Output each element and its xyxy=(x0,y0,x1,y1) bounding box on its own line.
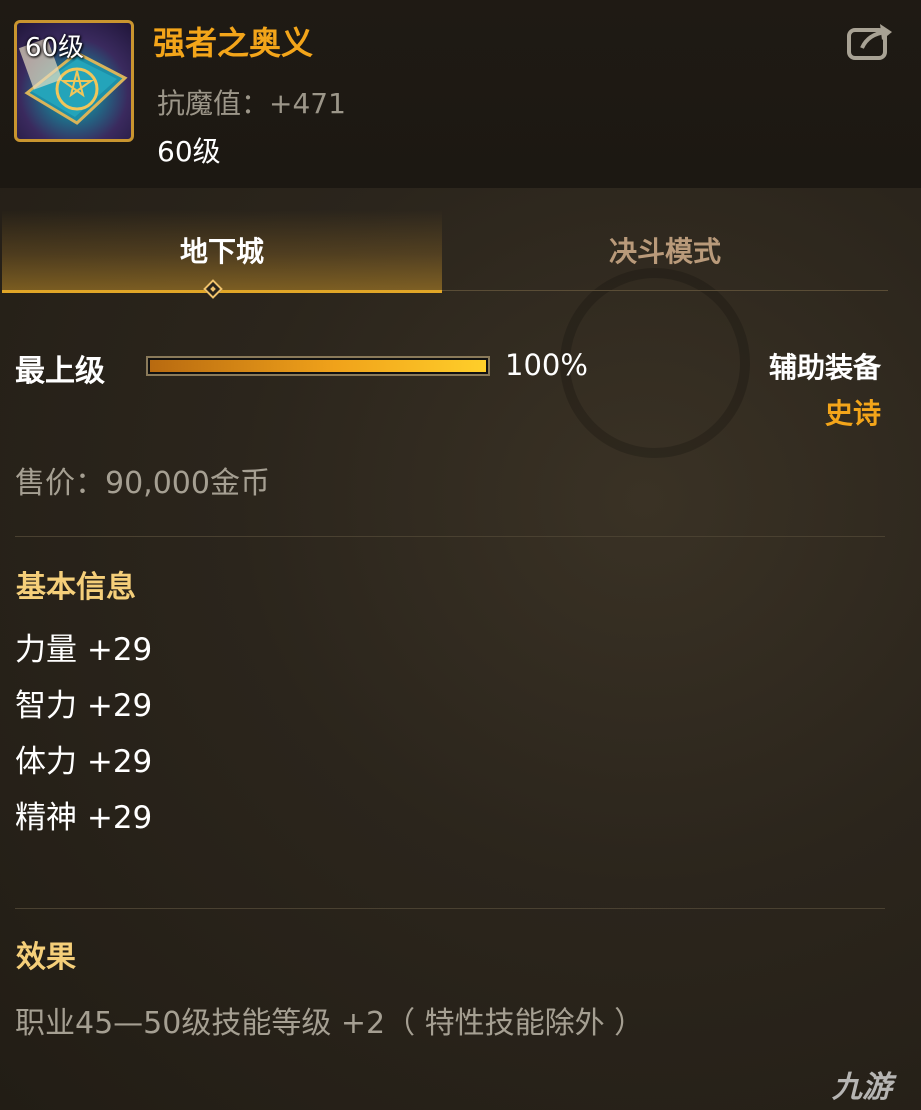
magic-resist-stat: 抗魔值：+471 xyxy=(157,87,346,120)
grade-progress-bar xyxy=(146,356,490,376)
sell-price: 售价：90,000金币 xyxy=(15,466,270,501)
item-name: 强者之奥义 xyxy=(153,24,314,62)
spellbook-pentagram-icon: 60级 xyxy=(14,20,134,142)
grade-percent: 100% xyxy=(505,348,588,382)
divider xyxy=(15,536,885,537)
stat-intelligence: 智力 +29 xyxy=(15,688,153,724)
watermark-logo: 九游 xyxy=(832,1070,892,1105)
share-export-icon xyxy=(847,24,892,60)
divider xyxy=(15,908,885,909)
tab-pvp-duel[interactable]: 决斗模式 xyxy=(442,210,888,291)
mode-tabs: 地下城 决斗模式 xyxy=(2,210,888,293)
share-button[interactable] xyxy=(846,20,894,62)
stat-spirit: 精神 +29 xyxy=(15,800,153,836)
stat-strength: 力量 +29 xyxy=(15,632,153,668)
equipment-type: 辅助装备 xyxy=(768,351,881,384)
effect-title: 效果 xyxy=(16,940,76,975)
basic-info-title: 基本信息 xyxy=(16,570,136,605)
effect-text: 职业45—50级技能等级 +2（ 特性技能除外 ） xyxy=(15,1006,645,1041)
stat-vitality: 体力 +29 xyxy=(15,744,153,780)
item-header: 60级 强者之奥义 抗魔值：+471 60级 xyxy=(0,0,921,188)
item-tooltip-panel: 60级 强者之奥义 抗魔值：+471 60级 地下城 决斗模式 最上级 100%… xyxy=(0,0,921,1110)
item-level: 60级 xyxy=(157,135,221,168)
background-emblem xyxy=(560,268,750,458)
grade-progress-fill xyxy=(150,360,486,372)
rarity-label: 史诗 xyxy=(824,397,881,430)
tab-dungeon[interactable]: 地下城 xyxy=(2,210,442,293)
grade-label: 最上级 xyxy=(15,354,105,389)
icon-level-badge: 60级 xyxy=(25,33,85,63)
